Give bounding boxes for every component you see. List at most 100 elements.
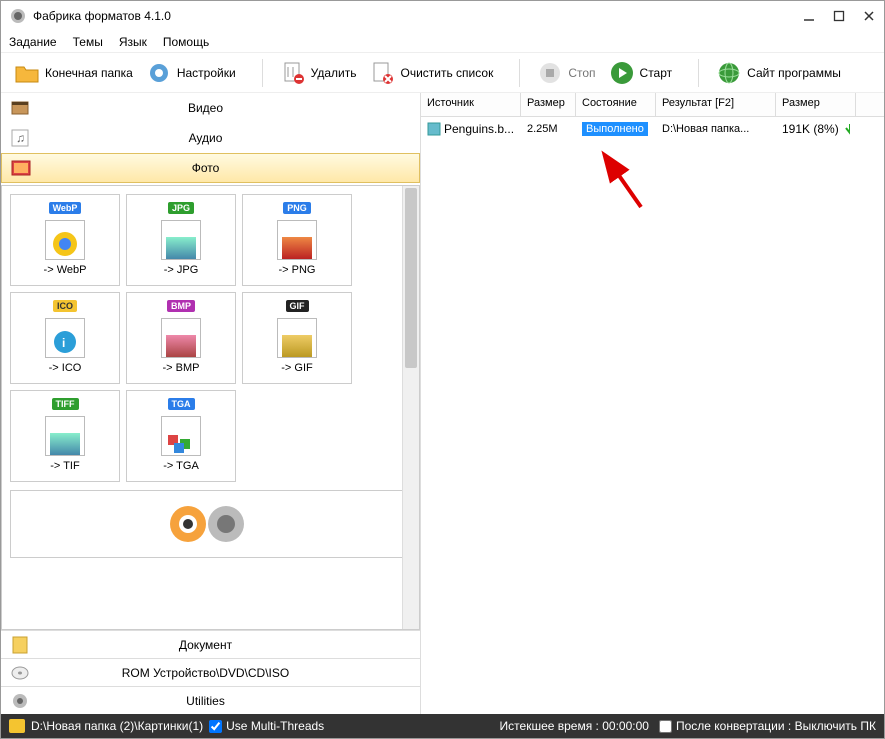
format-badge: TGA <box>168 398 195 410</box>
thumb-icon: i <box>45 318 85 358</box>
close-button[interactable] <box>862 9 876 23</box>
format-tif[interactable]: TIFF -> TIF <box>10 390 120 482</box>
format-badge: BMP <box>167 300 195 312</box>
menubar: Задание Темы Язык Помощь <box>1 31 884 53</box>
cell-result: D:\Новая папка... <box>656 121 776 137</box>
thumb-icon <box>277 318 317 358</box>
format-png[interactable]: PNG-> PNG <box>242 194 352 286</box>
minimize-button[interactable] <box>802 9 816 23</box>
multithread-toggle[interactable]: Use Multi-Threads <box>209 719 324 733</box>
options-label: Настройки <box>177 66 236 80</box>
th-result[interactable]: Результат [F2] <box>656 93 776 116</box>
category-label: Utilities <box>41 694 412 708</box>
remove-button[interactable]: Удалить <box>275 57 361 89</box>
after-conversion-toggle[interactable]: После конвертации : Выключить ПК <box>659 719 876 733</box>
th-size[interactable]: Размер <box>521 93 576 116</box>
multithread-label: Use Multi-Threads <box>226 719 324 733</box>
format-badge: ICO <box>53 300 77 312</box>
format-ico[interactable]: ICOi-> ICO <box>10 292 120 384</box>
category-document[interactable]: Документ <box>1 630 420 658</box>
category-utilities[interactable]: Utilities <box>1 686 420 714</box>
format-grid: WebP-> WebP JPG-> JPG PNG-> PNG ICOi-> I… <box>2 186 419 490</box>
after-checkbox[interactable] <box>659 720 672 733</box>
scrollbar-vertical[interactable] <box>402 186 419 629</box>
audio-icon: ♫ <box>9 127 31 149</box>
category-label: Видео <box>41 101 412 115</box>
thumb-icon <box>161 318 201 358</box>
category-label: Аудио <box>41 131 412 145</box>
left-panel: Видео ♫ Аудио Фото WebP-> WebP JPG -> JPG… <box>1 93 421 714</box>
cell-size2: 191K (8%) <box>776 120 856 138</box>
format-label: -> TGA <box>163 460 199 472</box>
elapsed-value: 00:00:00 <box>602 719 649 733</box>
category-audio[interactable]: ♫ Аудио <box>1 123 420 153</box>
format-all-row[interactable] <box>10 490 411 558</box>
th-source[interactable]: Источник <box>421 93 521 116</box>
thumb-icon <box>45 220 85 260</box>
scrollbar-thumb[interactable] <box>405 188 417 368</box>
titlebar: Фабрика форматов 4.1.0 <box>1 1 884 31</box>
category-rom[interactable]: ROM Устройство\DVD\CD\ISO <box>1 658 420 686</box>
thumb-icon <box>161 220 201 260</box>
menu-lang[interactable]: Язык <box>119 35 147 49</box>
table-row[interactable]: Penguins.b... 2.25M Выполнено D:\Новая п… <box>421 117 884 141</box>
output-folder-button[interactable]: Конечная папка <box>9 57 137 89</box>
category-list-top: Видео ♫ Аудио Фото <box>1 93 420 183</box>
format-webp[interactable]: WebP-> WebP <box>10 194 120 286</box>
format-badge: GIF <box>286 300 309 312</box>
clear-button[interactable]: Очистить список <box>364 57 497 89</box>
format-badge: JPG <box>168 202 194 214</box>
svg-text:♫: ♫ <box>16 131 25 145</box>
category-label: Фото <box>42 161 411 175</box>
menu-help[interactable]: Помощь <box>163 35 209 49</box>
elapsed-label: Истекшее время : <box>500 719 603 733</box>
format-badge: TIFF <box>52 398 79 410</box>
multithread-checkbox[interactable] <box>209 720 222 733</box>
main: Видео ♫ Аудио Фото WebP-> WebP JPG -> JPG… <box>1 93 884 714</box>
options-button[interactable]: Настройки <box>141 57 240 89</box>
menu-skin[interactable]: Темы <box>73 35 103 49</box>
folder-icon[interactable] <box>9 719 25 733</box>
category-video[interactable]: Видео <box>1 93 420 123</box>
output-label: Конечная папка <box>45 66 133 80</box>
format-label: -> TIF <box>50 460 79 472</box>
stop-icon <box>536 59 564 87</box>
th-state[interactable]: Состояние <box>576 93 656 116</box>
format-bmp[interactable]: BMP -> BMP <box>126 292 236 384</box>
th-size2[interactable]: Размер <box>776 93 856 116</box>
gear-icon <box>145 59 173 87</box>
category-label: Документ <box>41 638 412 652</box>
format-label: -> JPG <box>164 264 199 276</box>
video-icon <box>9 97 31 119</box>
remove-label: Удалить <box>311 66 357 80</box>
disc-icon <box>9 662 31 684</box>
homepage-label: Сайт программы <box>747 66 841 80</box>
gear-icon <box>9 690 31 712</box>
format-label: -> WebP <box>44 264 87 276</box>
homepage-button[interactable]: Сайт программы <box>711 57 845 89</box>
source-text: Penguins.b... <box>444 122 514 136</box>
right-panel: Источник Размер Состояние Результат [F2]… <box>421 93 884 714</box>
format-label: -> BMP <box>163 362 200 374</box>
format-jpg[interactable]: JPG -> JPG <box>126 194 236 286</box>
svg-text:i: i <box>62 336 65 350</box>
start-button[interactable]: Старт <box>604 57 677 89</box>
app-icon <box>9 7 27 25</box>
separator <box>698 59 699 87</box>
after-label: После конвертации : Выключить ПК <box>676 719 876 733</box>
start-label: Старт <box>640 66 673 80</box>
category-picture[interactable]: Фото <box>1 153 420 183</box>
cell-size: 2.25M <box>521 121 576 137</box>
category-list-bottom: Документ ROM Устройство\DVD\CD\ISO Utili… <box>1 630 420 714</box>
table-header: Источник Размер Состояние Результат [F2]… <box>421 93 884 117</box>
format-gif[interactable]: GIF-> GIF <box>242 292 352 384</box>
stop-button[interactable]: Стоп <box>532 57 599 89</box>
format-tga[interactable]: TGA -> TGA <box>126 390 236 482</box>
globe-icon <box>715 59 743 87</box>
menu-task[interactable]: Задание <box>9 35 57 49</box>
status-path[interactable]: D:\Новая папка (2)\Картинки(1) <box>31 719 203 733</box>
folder-icon <box>13 59 41 87</box>
maximize-button[interactable] <box>832 9 846 23</box>
stop-label: Стоп <box>568 66 595 80</box>
format-grid-scroll: WebP-> WebP JPG-> JPG PNG-> PNG ICOi-> I… <box>1 185 420 630</box>
